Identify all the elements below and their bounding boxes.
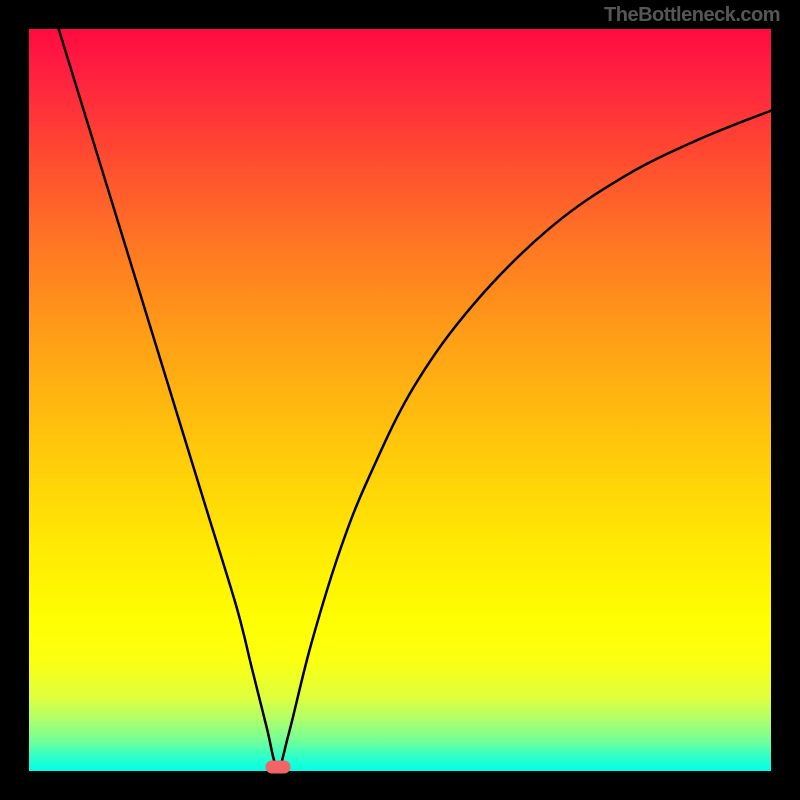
chart-container: TheBottleneck.com — [0, 0, 800, 800]
curve-svg — [29, 29, 771, 771]
attribution-label: TheBottleneck.com — [604, 4, 780, 27]
optimal-point-marker — [265, 761, 290, 774]
bottleneck-curve — [59, 29, 771, 767]
plot-area — [29, 29, 771, 771]
